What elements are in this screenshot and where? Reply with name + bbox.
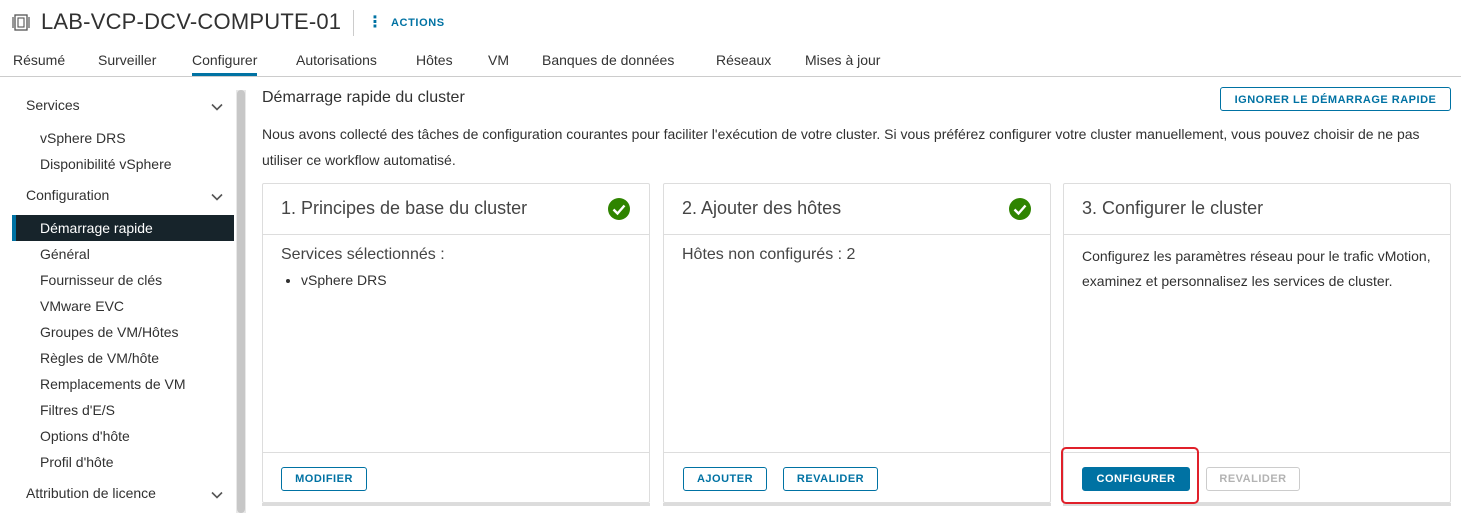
revalidate-button[interactable]: REVALIDER bbox=[783, 467, 878, 491]
card-subtitle: Hôtes non configurés : 2 bbox=[682, 246, 856, 263]
tab-mises-a-jour[interactable]: Mises à jour bbox=[805, 46, 880, 76]
tab-hotes[interactable]: Hôtes bbox=[416, 46, 453, 76]
sidebar-item-regles-vm-hote[interactable]: Règles de VM/hôte bbox=[40, 350, 159, 366]
tab-resume[interactable]: Résumé bbox=[13, 46, 65, 76]
sidebar-item-filtres-es[interactable]: Filtres d'E/S bbox=[40, 402, 115, 418]
step-card-add-hosts: 2. Ajouter des hôtes Hôtes non configuré… bbox=[663, 183, 1051, 506]
tab-autorisations[interactable]: Autorisations bbox=[296, 46, 377, 76]
card-footer: CONFIGURER REVALIDER bbox=[1064, 452, 1450, 504]
header-divider bbox=[353, 10, 354, 36]
cluster-icon bbox=[12, 14, 30, 31]
check-circle-icon bbox=[1009, 198, 1031, 220]
card-header: 2. Ajouter des hôtes bbox=[664, 184, 1050, 235]
card-header: 1. Principes de base du cluster bbox=[263, 184, 649, 235]
card-body: Configurez les paramètres réseau pour le… bbox=[1082, 244, 1432, 294]
page-header: LAB-VCP-DCV-COMPUTE-01 ⋮ ACTIONS bbox=[0, 0, 1461, 46]
revalidate-button-disabled: REVALIDER bbox=[1206, 467, 1300, 491]
check-circle-icon bbox=[608, 198, 630, 220]
tab-bar: Résumé Surveiller Configurer Autorisatio… bbox=[0, 46, 1461, 77]
sidebar-item-vmware-evc[interactable]: VMware EVC bbox=[40, 298, 124, 314]
ignore-quickstart-button[interactable]: IGNORER LE DÉMARRAGE RAPIDE bbox=[1220, 87, 1451, 111]
sidebar-group-attribution-de-licence[interactable]: Attribution de licence bbox=[26, 485, 156, 501]
card-subtitle: Services sélectionnés : bbox=[281, 246, 445, 263]
actions-menu-button[interactable]: ⋮ ACTIONS bbox=[367, 14, 445, 32]
sidebar-item-general[interactable]: Général bbox=[40, 246, 90, 262]
sidebar-item-groupes-vm-hotes[interactable]: Groupes de VM/Hôtes bbox=[40, 324, 179, 340]
chevron-down-icon[interactable] bbox=[210, 100, 224, 114]
actions-label: ACTIONS bbox=[391, 17, 445, 29]
chevron-down-icon[interactable] bbox=[210, 488, 224, 502]
sidebar-item-profil-hote[interactable]: Profil d'hôte bbox=[40, 454, 114, 470]
section-description: Nous avons collecté des tâches de config… bbox=[262, 126, 1420, 168]
section-title: Démarrage rapide du cluster bbox=[262, 89, 465, 106]
step-card-configure: 3. Configurer le cluster Configurez les … bbox=[1063, 183, 1451, 506]
sidebar-item-remplacements-de-vm[interactable]: Remplacements de VM bbox=[40, 376, 186, 392]
tab-configurer[interactable]: Configurer bbox=[192, 46, 258, 76]
card-title: 1. Principes de base du cluster bbox=[281, 198, 528, 218]
selected-services-list: vSphere DRS bbox=[281, 272, 631, 288]
page-title: LAB-VCP-DCV-COMPUTE-01 bbox=[41, 9, 342, 34]
modify-button[interactable]: MODIFIER bbox=[281, 467, 367, 491]
card-description: Configurez les paramètres réseau pour le… bbox=[1082, 248, 1431, 289]
card-title: 3. Configurer le cluster bbox=[1082, 198, 1264, 218]
card-body: Hôtes non configurés : 2 bbox=[682, 246, 1032, 264]
tab-vm[interactable]: VM bbox=[488, 46, 509, 76]
tab-banques-de-donnees[interactable]: Banques de données bbox=[542, 46, 674, 76]
add-hosts-button[interactable]: AJOUTER bbox=[683, 467, 767, 491]
sidebar-scrollbar-thumb[interactable] bbox=[237, 90, 245, 513]
sidebar-item-demarrage-rapide[interactable]: Démarrage rapide bbox=[40, 220, 153, 236]
card-title: 2. Ajouter des hôtes bbox=[682, 198, 842, 218]
card-header: 3. Configurer le cluster bbox=[1064, 184, 1450, 235]
card-footer: MODIFIER bbox=[263, 452, 649, 504]
chevron-down-icon[interactable] bbox=[210, 190, 224, 204]
sidebar-item-options-hote[interactable]: Options d'hôte bbox=[40, 428, 130, 444]
step-card-basics: 1. Principes de base du cluster Services… bbox=[262, 183, 650, 506]
sidebar-item-disponibilite-vsphere[interactable]: Disponibilité vSphere bbox=[40, 156, 172, 172]
sidebar-group-configuration[interactable]: Configuration bbox=[26, 187, 109, 203]
sidebar-active-indicator bbox=[12, 215, 16, 241]
configure-button[interactable]: CONFIGURER bbox=[1082, 467, 1190, 491]
tab-surveiller[interactable]: Surveiller bbox=[98, 46, 156, 76]
tab-reseaux[interactable]: Réseaux bbox=[716, 46, 771, 76]
sidebar-group-services[interactable]: Services bbox=[26, 97, 80, 113]
vertical-dots-icon: ⋮ bbox=[367, 14, 383, 31]
sidebar-nav: Services vSphere DRS Disponibilité vSphe… bbox=[0, 77, 234, 513]
card-footer: AJOUTER REVALIDER bbox=[664, 452, 1050, 504]
card-body: Services sélectionnés : vSphere DRS bbox=[281, 246, 631, 288]
list-item: vSphere DRS bbox=[301, 272, 631, 288]
sidebar-item-vsphere-drs[interactable]: vSphere DRS bbox=[40, 130, 126, 146]
sidebar-item-fournisseur-de-cles[interactable]: Fournisseur de clés bbox=[40, 272, 162, 288]
